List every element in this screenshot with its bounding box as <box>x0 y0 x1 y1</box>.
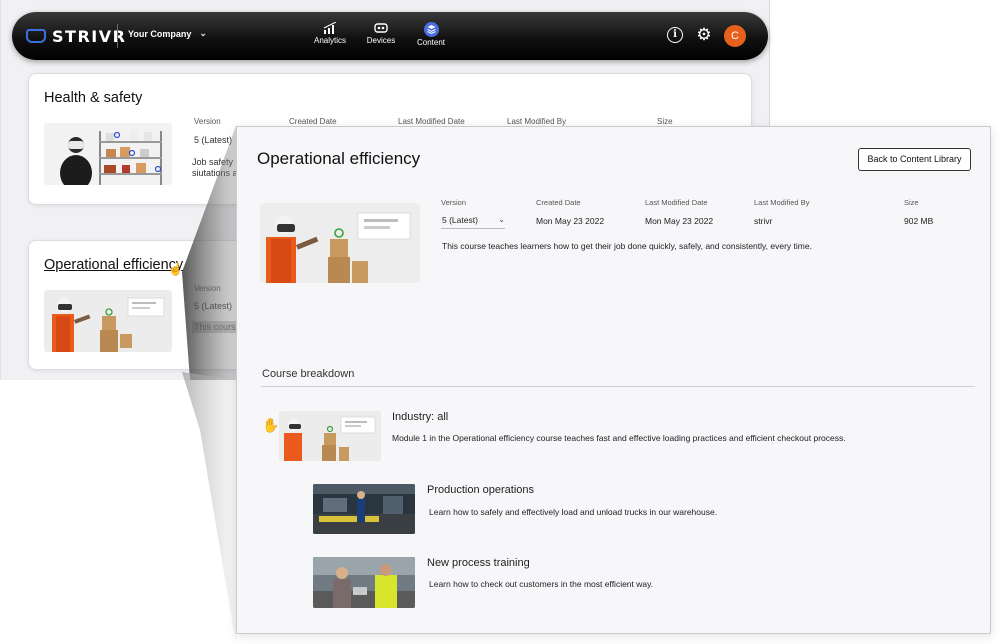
brand-logo[interactable]: STRIVR <box>26 26 126 46</box>
back-to-content-library-button[interactable]: Back to Content Library <box>858 148 971 171</box>
hand-cursor-icon: ✋ <box>262 417 280 433</box>
course-detail-panel: Operational efficiency Back to Content L… <box>236 126 991 634</box>
created-date: Mon May 23 2022 <box>536 216 605 226</box>
strivr-logo-icon <box>26 29 46 43</box>
course-thumbnail-operational-efficiency <box>44 290 172 352</box>
column-header-modified: Last Modified Date <box>398 117 465 126</box>
page-title: Operational efficiency <box>257 149 421 168</box>
column-header-modified-by: Last Modified By <box>754 198 810 207</box>
company-selector[interactable]: Your Company ⌄ <box>128 28 207 39</box>
nav-content-label: Content <box>416 38 446 47</box>
column-header-version: Version <box>441 198 467 207</box>
company-name: Your Company <box>128 28 192 39</box>
nav-devices-label: Devices <box>366 36 396 45</box>
info-icon[interactable]: i <box>667 27 683 43</box>
module-description: Learn how to safely and effectively load… <box>429 507 718 517</box>
nav-devices[interactable]: Devices <box>356 22 406 45</box>
nav-analytics[interactable]: Analytics <box>305 22 355 45</box>
top-navigation-bar: STRIVR Your Company ⌄ Analytics Devices … <box>12 12 768 60</box>
course-description: This course teaches learners how to get … <box>442 241 812 251</box>
topbar-divider <box>117 24 118 48</box>
module-thumbnail-new-process-training[interactable] <box>313 557 415 608</box>
course-thumbnail-health-safety <box>44 123 172 185</box>
column-header-modified-by: Last Modified By <box>507 117 567 126</box>
column-header-size: Size <box>657 117 673 126</box>
column-header-modified: Last Modified Date <box>645 198 708 207</box>
column-header-version: Version <box>194 284 221 293</box>
brand-name: STRIVR <box>52 26 127 46</box>
module-thumbnail-production-operations[interactable] <box>313 484 415 534</box>
course-card-title[interactable]: Health & safety <box>44 90 142 106</box>
gear-icon[interactable]: ⚙ <box>696 26 712 43</box>
version-select-value: 5 (Latest) <box>442 214 478 225</box>
module-description: Learn how to check out customers in the … <box>429 579 654 589</box>
module-description: Module 1 in the Operational efficiency c… <box>392 433 846 443</box>
module-title[interactable]: New process training <box>427 557 530 569</box>
content-icon <box>423 22 439 37</box>
chevron-down-icon: ⌄ <box>199 28 207 38</box>
module-thumbnail-industry[interactable] <box>279 411 381 461</box>
module-title[interactable]: Production operations <box>427 484 534 496</box>
nav-content[interactable]: Content <box>406 22 456 47</box>
course-description-highlight: This cours <box>192 321 238 333</box>
avatar[interactable]: C <box>724 25 746 47</box>
course-description-line-2: siutations a <box>192 168 238 178</box>
chevron-down-icon: ⌄ <box>498 215 505 224</box>
column-header-created: Created Date <box>536 198 581 207</box>
course-version: 5 (Latest) <box>194 135 233 145</box>
course-breakdown-heading: Course breakdown <box>262 368 355 380</box>
hand-cursor-icon: ☝ <box>168 262 183 276</box>
analytics-icon <box>323 22 337 34</box>
column-header-version: Version <box>194 117 221 126</box>
course-hero-image <box>260 203 420 283</box>
column-header-size: Size <box>904 198 919 207</box>
section-divider <box>261 386 975 387</box>
file-size: 902 MB <box>904 216 934 226</box>
last-modified-date: Mon May 23 2022 <box>645 216 714 226</box>
nav-analytics-label: Analytics <box>313 36 346 45</box>
course-card-title[interactable]: Operational efficiency <box>44 257 183 273</box>
version-select[interactable]: 5 (Latest) ⌄ <box>441 213 505 229</box>
devices-icon <box>374 23 388 33</box>
course-version: 5 (Latest) <box>194 301 233 311</box>
column-header-created: Created Date <box>289 117 337 126</box>
module-title[interactable]: Industry: all <box>392 411 448 423</box>
last-modified-by: strivr <box>754 216 773 226</box>
